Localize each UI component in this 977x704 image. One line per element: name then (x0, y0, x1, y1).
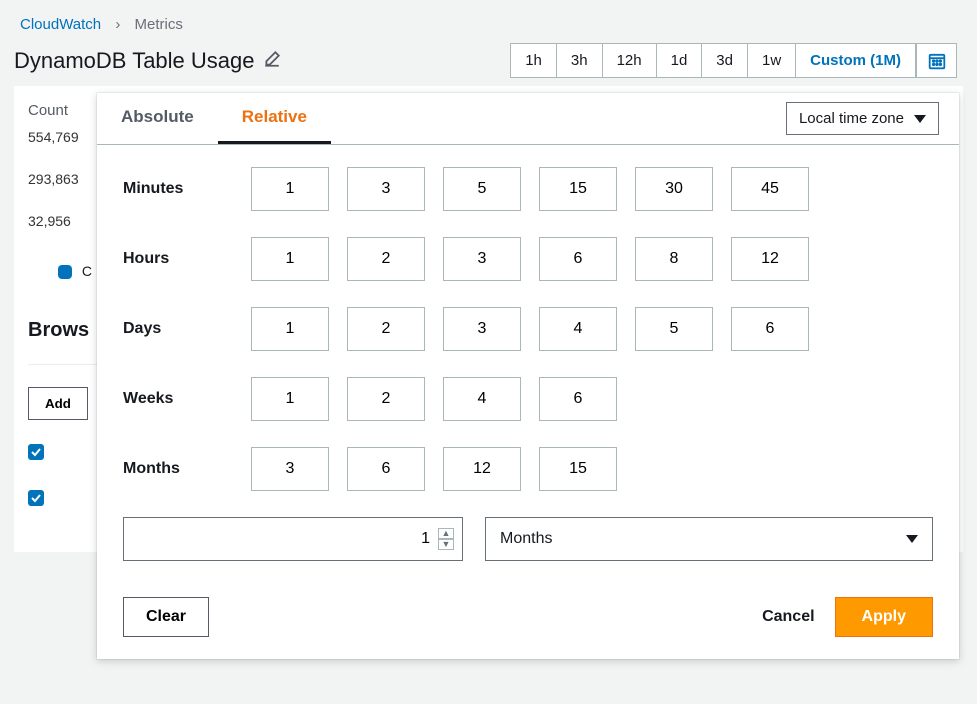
time-range-popover: Absolute Relative Local time zone Minute… (97, 93, 959, 659)
legend-label-trunc: C (82, 263, 92, 279)
preset-minutes-15[interactable]: 15 (539, 167, 617, 211)
page-title: DynamoDB Table Usage (14, 48, 498, 74)
preset-weeks-2[interactable]: 2 (347, 377, 425, 421)
row-label-hours: Hours (123, 250, 233, 268)
row-label-days: Days (123, 320, 233, 338)
caret-down-icon (914, 115, 926, 123)
breadcrumb-root-link[interactable]: CloudWatch (20, 16, 101, 33)
stepper-up-icon[interactable]: ▲ (438, 528, 454, 539)
preset-hours-3[interactable]: 3 (443, 237, 521, 281)
breadcrumb-current: Metrics (135, 16, 183, 33)
cancel-button[interactable]: Cancel (742, 598, 834, 636)
unit-select[interactable]: Months (485, 517, 933, 561)
preset-hours-6[interactable]: 6 (539, 237, 617, 281)
breadcrumb: CloudWatch › Metrics (0, 0, 977, 39)
row-label-weeks: Weeks (123, 390, 233, 408)
preset-months-15[interactable]: 15 (539, 447, 617, 491)
timezone-select[interactable]: Local time zone (786, 102, 939, 135)
edit-title-icon[interactable] (263, 48, 281, 74)
range-3h[interactable]: 3h (557, 44, 603, 77)
range-12h[interactable]: 12h (603, 44, 657, 77)
preset-hours-1[interactable]: 1 (251, 237, 329, 281)
legend-swatch (58, 265, 72, 279)
caret-down-icon (906, 535, 918, 543)
preset-days-2[interactable]: 2 (347, 307, 425, 351)
stepper: ▲ ▼ (438, 528, 454, 550)
preset-days-4[interactable]: 4 (539, 307, 617, 351)
stepper-down-icon[interactable]: ▼ (438, 539, 454, 550)
preset-minutes-1[interactable]: 1 (251, 167, 329, 211)
preset-hours-8[interactable]: 8 (635, 237, 713, 281)
preset-days-1[interactable]: 1 (251, 307, 329, 351)
tab-relative[interactable]: Relative (218, 93, 331, 144)
row-label-months: Months (123, 460, 233, 478)
calendar-icon[interactable] (916, 44, 956, 77)
preset-hours-12[interactable]: 12 (731, 237, 809, 281)
popover-body: Minutes 1 3 5 15 30 45 Hours 1 2 3 6 8 1… (97, 145, 959, 585)
custom-amount-field-wrapper: ▲ ▼ (123, 517, 463, 561)
preset-hours-2[interactable]: 2 (347, 237, 425, 281)
preset-weeks-4[interactable]: 4 (443, 377, 521, 421)
range-1h[interactable]: 1h (511, 44, 557, 77)
preset-minutes-30[interactable]: 30 (635, 167, 713, 211)
timezone-label: Local time zone (799, 110, 904, 127)
checkbox-2[interactable] (28, 490, 44, 506)
preset-days-3[interactable]: 3 (443, 307, 521, 351)
custom-amount-input[interactable] (136, 530, 438, 548)
add-button[interactable]: Add (28, 387, 88, 420)
range-1d[interactable]: 1d (657, 44, 703, 77)
preset-minutes-5[interactable]: 5 (443, 167, 521, 211)
unit-select-value: Months (500, 530, 552, 548)
preset-months-12[interactable]: 12 (443, 447, 521, 491)
preset-weeks-6[interactable]: 6 (539, 377, 617, 421)
range-3d[interactable]: 3d (702, 44, 748, 77)
range-custom[interactable]: Custom (1M) (796, 44, 916, 77)
preset-months-6[interactable]: 6 (347, 447, 425, 491)
preset-minutes-3[interactable]: 3 (347, 167, 425, 211)
preset-weeks-1[interactable]: 1 (251, 377, 329, 421)
preset-days-6[interactable]: 6 (731, 307, 809, 351)
clear-button[interactable]: Clear (123, 597, 209, 637)
time-range-bar: 1h 3h 12h 1d 3d 1w Custom (1M) (510, 43, 957, 78)
row-label-minutes: Minutes (123, 180, 233, 198)
preset-months-3[interactable]: 3 (251, 447, 329, 491)
preset-minutes-45[interactable]: 45 (731, 167, 809, 211)
range-1w[interactable]: 1w (748, 44, 796, 77)
tab-absolute[interactable]: Absolute (97, 93, 218, 144)
apply-button[interactable]: Apply (835, 597, 933, 637)
page-title-text: DynamoDB Table Usage (14, 48, 255, 74)
chevron-right-icon: › (105, 16, 130, 33)
checkbox-1[interactable] (28, 444, 44, 460)
preset-days-5[interactable]: 5 (635, 307, 713, 351)
